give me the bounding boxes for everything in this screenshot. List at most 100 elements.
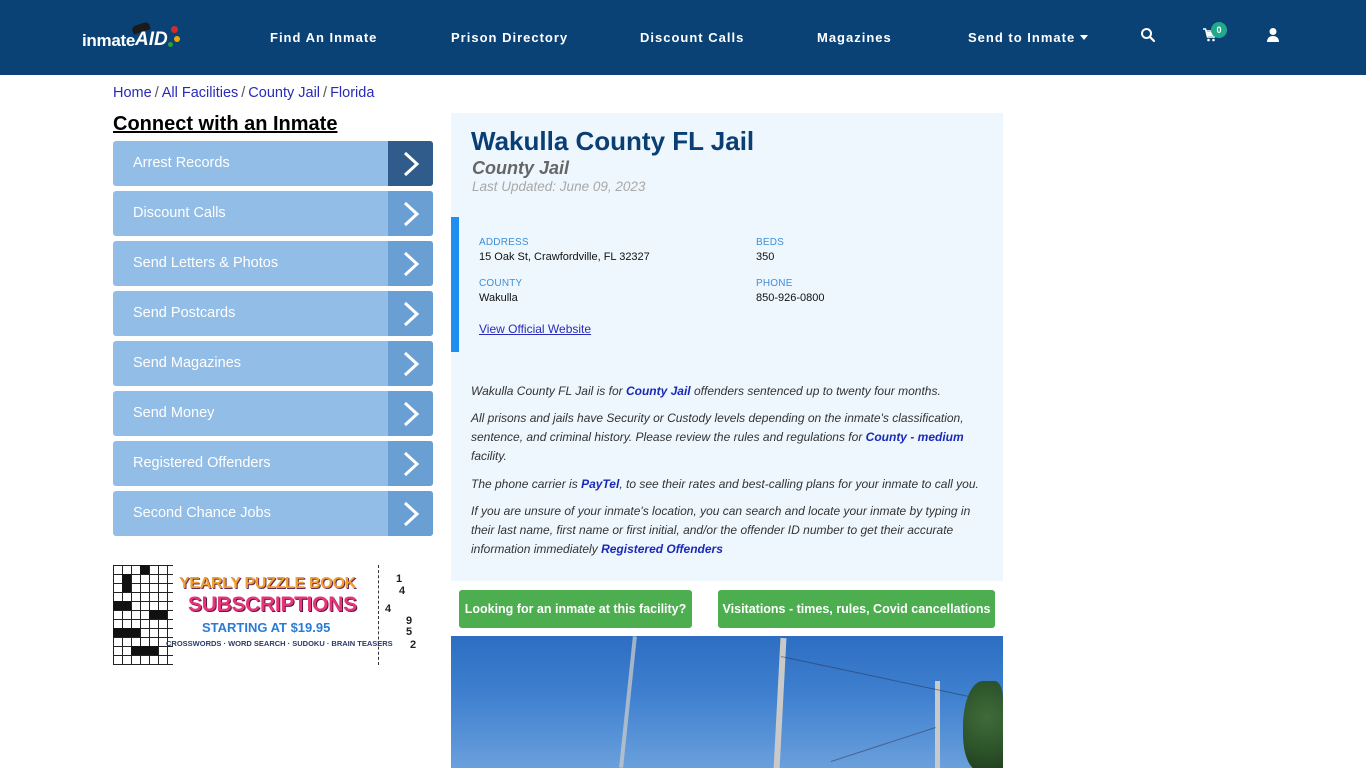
breadcrumb: Home / All Facilities / County Jail / Florida [113, 85, 374, 101]
nav-discount-calls[interactable]: Discount Calls [640, 30, 744, 45]
puzzle-book-ad-banner[interactable]: 1 4 4 9 5 2 YEARLY PUZZLE BOOK SUBSCRIPT… [113, 565, 423, 665]
facility-photo [451, 636, 1003, 768]
address-value: 15 Oak St, Crawfordville, FL 32327 [479, 251, 650, 263]
ad-headline-main: SUBSCRIPTIONS [188, 593, 357, 616]
ad-price: STARTING AT $19.95 [202, 620, 331, 635]
description-paragraph: The phone carrier is PayTel, to see thei… [471, 475, 986, 494]
beds-value: 350 [756, 251, 775, 263]
breadcrumb-separator: / [323, 85, 328, 101]
sidebar-item-label: Second Chance Jobs [133, 505, 271, 521]
logo-decoration-icon [168, 42, 173, 47]
text: offenders sentenced up to twenty four mo… [690, 384, 941, 398]
county-label: COUNTY [479, 278, 523, 289]
tree-foliage [963, 681, 1003, 768]
chevron-right-icon [388, 441, 433, 486]
top-navbar: inmate AID Find An Inmate Prison Directo… [0, 0, 1366, 75]
nav-send-to-inmate-label: Send to Inmate [968, 30, 1076, 45]
chevron-right-icon [388, 141, 433, 186]
breadcrumb-all-facilities[interactable]: All Facilities [162, 85, 239, 101]
crossword-block [113, 628, 140, 637]
chevron-right-icon [388, 241, 433, 286]
caret-down-icon [1080, 35, 1089, 40]
description-paragraph: Wakulla County FL Jail is for County Jai… [471, 382, 986, 401]
registered-offenders-link[interactable]: Registered Offenders [601, 542, 723, 556]
facility-card: Wakulla County FL Jail County Jail Last … [451, 113, 1003, 581]
search-icon[interactable] [1140, 27, 1160, 47]
nav-magazines[interactable]: Magazines [817, 30, 892, 45]
utility-pole [619, 636, 637, 768]
breadcrumb-county-jail[interactable]: County Jail [248, 85, 320, 101]
chevron-right-icon [388, 291, 433, 336]
crossword-block [113, 601, 131, 610]
county-medium-link[interactable]: County - medium [866, 430, 964, 444]
utility-pole [935, 681, 940, 768]
crossword-block [131, 646, 158, 655]
ad-headline: YEARLY PUZZLE BOOK [179, 575, 356, 592]
text: , to see their rates and best-calling pl… [619, 477, 979, 491]
sidebar-menu: Arrest Records Discount Calls Send Lette… [113, 141, 433, 541]
address-label: ADDRESS [479, 237, 529, 248]
sudoku-number: 1 [396, 573, 403, 585]
breadcrumb-separator: / [241, 85, 246, 101]
crossword-block [149, 610, 167, 619]
sudoku-number: 4 [399, 585, 406, 597]
sudoku-number: 5 [406, 626, 413, 638]
official-website-link[interactable]: View Official Website [479, 322, 591, 336]
site-logo[interactable]: inmate AID [82, 20, 182, 54]
facility-info-block: ADDRESS 15 Oak St, Crawfordville, FL 323… [451, 217, 1003, 352]
text: The phone carrier is [471, 477, 582, 491]
sidebar-item-label: Send Letters & Photos [133, 255, 279, 271]
sidebar-item-send-money[interactable]: Send Money [113, 391, 433, 436]
county-jail-link[interactable]: County Jail [626, 384, 691, 398]
text: facility. [471, 449, 507, 463]
ad-tagline: CROSSWORDS · WORD SEARCH · SUDOKU · BRAI… [166, 639, 393, 648]
sidebar-item-second-chance-jobs[interactable]: Second Chance Jobs [113, 491, 433, 536]
phone-value: 850-926-0800 [756, 292, 825, 304]
sidebar-item-label: Registered Offenders [133, 455, 271, 471]
find-inmate-at-facility-button[interactable]: Looking for an inmate at this facility? [459, 590, 692, 628]
sidebar-item-label: Send Magazines [133, 355, 242, 371]
description-paragraph: All prisons and jails have Security or C… [471, 409, 986, 466]
sidebar-item-send-postcards[interactable]: Send Postcards [113, 291, 433, 336]
sidebar-item-registered-offenders[interactable]: Registered Offenders [113, 441, 433, 486]
sidebar-item-label: Send Money [133, 405, 215, 421]
breadcrumb-florida[interactable]: Florida [330, 85, 374, 101]
chevron-right-icon [388, 191, 433, 236]
visitations-button[interactable]: Visitations - times, rules, Covid cancel… [718, 590, 995, 628]
sidebar-title: Connect with an Inmate [113, 113, 338, 135]
breadcrumb-separator: / [154, 85, 159, 101]
sidebar-item-send-letters-photos[interactable]: Send Letters & Photos [113, 241, 433, 286]
text: Wakulla County FL Jail is for [471, 384, 626, 398]
phone-label: PHONE [756, 278, 793, 289]
nav-find-an-inmate[interactable]: Find An Inmate [270, 30, 377, 45]
power-line [830, 727, 936, 762]
sidebar-item-label: Arrest Records [133, 155, 230, 171]
beds-label: BEDS [756, 237, 785, 248]
chevron-right-icon [388, 391, 433, 436]
chevron-right-icon [388, 491, 433, 536]
crossword-block [140, 565, 149, 574]
sidebar-item-send-magazines[interactable]: Send Magazines [113, 341, 433, 386]
county-value: Wakulla [479, 292, 518, 304]
logo-text: inmate [82, 31, 135, 50]
facility-type: County Jail [472, 158, 570, 178]
sudoku-number: 4 [385, 603, 392, 615]
breadcrumb-home[interactable]: Home [113, 85, 152, 101]
crossword-block [122, 574, 131, 592]
nav-send-to-inmate-dropdown[interactable]: Send to Inmate [968, 30, 1089, 45]
description-paragraph: If you are unsure of your inmate's locat… [471, 502, 986, 559]
last-updated: Last Updated: June 09, 2023 [472, 179, 646, 194]
logo-decoration-icon [171, 26, 178, 33]
sidebar-item-label: Discount Calls [133, 205, 226, 221]
power-line [780, 656, 977, 699]
sidebar-item-label: Send Postcards [133, 305, 236, 321]
cart-count-badge: 0 [1211, 22, 1227, 38]
logo-text-accent: AID [135, 29, 168, 50]
sidebar-item-arrest-records[interactable]: Arrest Records [113, 141, 433, 186]
nav-prison-directory[interactable]: Prison Directory [451, 30, 568, 45]
logo-decoration-icon [174, 36, 180, 42]
chevron-right-icon [388, 341, 433, 386]
sidebar-item-discount-calls[interactable]: Discount Calls [113, 191, 433, 236]
user-icon[interactable] [1265, 27, 1285, 47]
paytel-link[interactable]: PayTel [581, 477, 619, 491]
